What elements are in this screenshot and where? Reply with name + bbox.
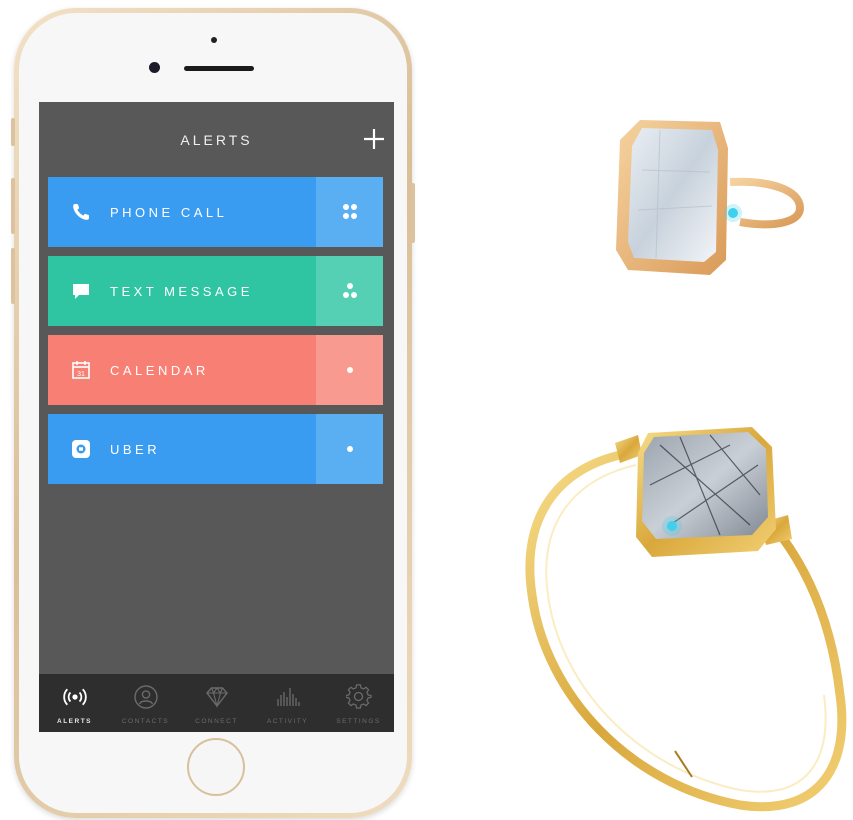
smart-bangle-photo — [525, 427, 847, 812]
broadcast-icon — [63, 688, 87, 706]
alert-main[interactable]: 31 CALENDAR — [48, 335, 316, 405]
app-header: ALERTS — [39, 102, 394, 177]
front-camera — [149, 62, 160, 73]
vibration-pattern-button[interactable] — [316, 414, 383, 484]
tab-settings[interactable]: SETTINGS — [323, 674, 394, 732]
diamond-icon — [206, 687, 228, 709]
pattern-dots-icon — [343, 283, 357, 298]
pattern-dots-icon — [347, 446, 353, 452]
alert-label: CALENDAR — [110, 363, 209, 378]
alert-row-calendar[interactable]: 31 CALENDAR — [48, 335, 383, 405]
tab-alerts[interactable]: ALERTS — [39, 674, 110, 732]
calendar-icon: 31 — [72, 361, 90, 379]
contact-icon — [134, 685, 158, 709]
alert-label: TEXT MESSAGE — [110, 284, 253, 299]
alert-row-uber[interactable]: UBER — [48, 414, 383, 484]
mute-switch — [11, 118, 15, 146]
tab-label: ACTIVITY — [266, 718, 309, 725]
alert-main[interactable]: PHONE CALL — [48, 177, 316, 247]
smartphone: ALERTS PHONE CALL TEXT MESSAGE 31 CALEND… — [11, 8, 415, 818]
phone-icon — [73, 204, 89, 220]
phone-face: ALERTS PHONE CALL TEXT MESSAGE 31 CALEND… — [19, 13, 407, 813]
alert-label: UBER — [110, 442, 161, 457]
chat-bubble-icon — [73, 284, 89, 299]
alert-row-phone-call[interactable]: PHONE CALL — [48, 177, 383, 247]
alert-label: PHONE CALL — [110, 205, 228, 220]
home-button[interactable] — [187, 738, 245, 796]
tab-label: SETTINGS — [336, 718, 381, 725]
tab-contacts[interactable]: CONTACTS — [110, 674, 181, 732]
vibration-pattern-button[interactable] — [316, 335, 383, 405]
vibration-pattern-button[interactable] — [316, 177, 383, 247]
plus-icon — [364, 129, 384, 149]
alert-row-text-message[interactable]: TEXT MESSAGE — [48, 256, 383, 326]
pattern-dots-icon — [343, 204, 357, 219]
page-title: ALERTS — [180, 132, 253, 148]
app-screen: ALERTS PHONE CALL TEXT MESSAGE 31 CALEND… — [39, 102, 394, 732]
tab-label: CONTACTS — [121, 718, 170, 725]
alert-main[interactable]: TEXT MESSAGE — [48, 256, 316, 326]
volume-up-button — [11, 178, 15, 234]
smart-ring-photo — [616, 120, 805, 275]
power-button — [411, 183, 415, 243]
tab-activity[interactable]: ACTIVITY — [252, 674, 323, 732]
uber-icon — [72, 440, 90, 458]
proximity-sensor — [211, 37, 217, 43]
gear-icon — [346, 684, 372, 709]
vibration-pattern-button[interactable] — [316, 256, 383, 326]
add-alert-button[interactable] — [360, 125, 388, 153]
earpiece-speaker — [184, 66, 254, 71]
tab-label: CONNECT — [195, 718, 238, 725]
volume-down-button — [11, 248, 15, 304]
pattern-dots-icon — [347, 367, 353, 373]
calendar-icon-day: 31 — [77, 371, 85, 378]
alert-main[interactable]: UBER — [48, 414, 316, 484]
activity-bars-icon — [277, 688, 300, 706]
tab-connect[interactable]: CONNECT — [181, 674, 252, 732]
tab-label: ALERTS — [57, 718, 92, 725]
tab-bar: ALERTS CONTACTS CONNECT ACTIVITY SETTING… — [39, 674, 394, 732]
